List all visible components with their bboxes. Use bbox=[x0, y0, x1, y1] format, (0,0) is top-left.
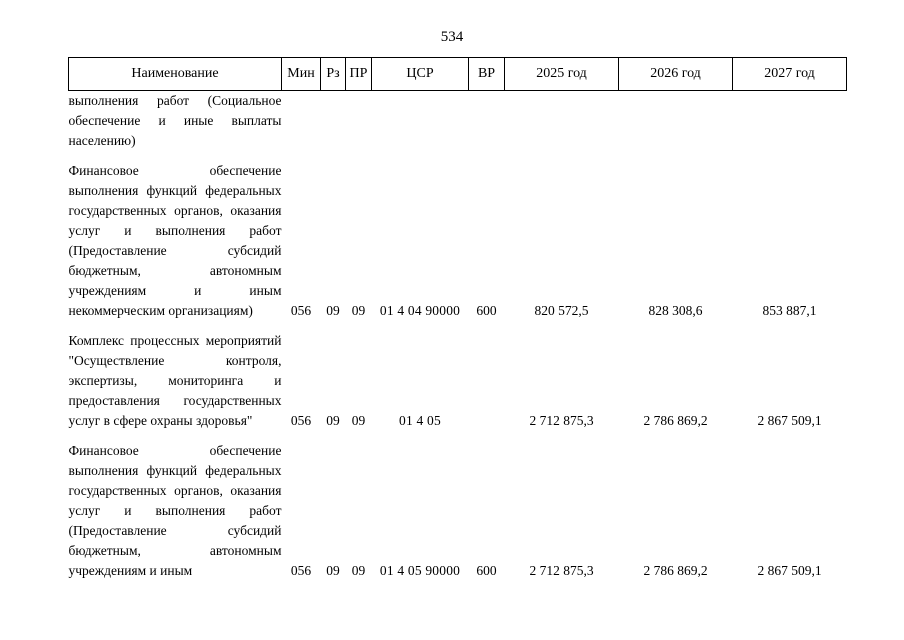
cell-min: 056 bbox=[290, 413, 312, 428]
cell-min bbox=[282, 91, 321, 152]
cell-vr: 600 bbox=[476, 563, 497, 578]
spacer-cell bbox=[69, 151, 847, 161]
cell-value-2025: 2 712 875,3 bbox=[529, 413, 594, 428]
row-name-text: Финансовое обеспечение выполнения функци… bbox=[68, 163, 282, 318]
cell-value-2027: 2 867 509,1 bbox=[757, 563, 822, 578]
column-header-csr: ЦСР bbox=[371, 57, 469, 91]
spacer-cell bbox=[69, 431, 847, 441]
column-header-year-2026: 2026 год bbox=[618, 57, 733, 91]
column-header-name: Наименование bbox=[68, 57, 282, 91]
cell-csr: 01 4 05 90000 bbox=[379, 563, 461, 578]
cell-value-2025: 2 712 875,3 bbox=[529, 563, 594, 578]
row-spacer bbox=[69, 431, 847, 441]
cell-rz: 09 bbox=[326, 413, 340, 428]
cell-vr bbox=[469, 331, 505, 431]
budget-table: Наименование Мин Рз ПР ЦСР ВР 2025 год 2… bbox=[68, 57, 847, 581]
cell-min: 056 bbox=[290, 563, 312, 578]
table-row: Комплекс процессных мероприятий "Осущест… bbox=[69, 331, 847, 431]
row-spacer bbox=[69, 321, 847, 331]
page-number: 534 bbox=[440, 29, 464, 45]
table-body: выполнения работ (Социальное обеспечение… bbox=[69, 91, 847, 582]
cell-value-2026: 2 786 869,2 bbox=[643, 563, 708, 578]
cell-min: 056 bbox=[290, 303, 312, 318]
cell-rz: 09 bbox=[326, 303, 340, 318]
cell-csr: 01 4 04 90000 bbox=[379, 303, 461, 318]
column-header-year-2025: 2025 год bbox=[504, 57, 619, 91]
cell-pr bbox=[346, 91, 372, 152]
cell-pr: 09 bbox=[351, 303, 366, 318]
cell-value-2027: 853 887,1 bbox=[762, 303, 817, 318]
column-header-year-2027: 2027 год bbox=[732, 57, 847, 91]
cell-value-2026: 2 786 869,2 bbox=[643, 413, 708, 428]
cell-value-2027: 2 867 509,1 bbox=[757, 413, 822, 428]
budget-table-container: Наименование Мин Рз ПР ЦСР ВР 2025 год 2… bbox=[68, 57, 847, 581]
row-spacer bbox=[69, 151, 847, 161]
cell-vr bbox=[469, 91, 505, 152]
cell-value-2026: 828 308,6 bbox=[648, 303, 703, 318]
cell-value-2026 bbox=[619, 91, 733, 152]
cell-name: Финансовое обеспечение выполнения функци… bbox=[69, 161, 282, 321]
column-header-rz: Рз bbox=[320, 57, 346, 91]
column-header-pr: ПР bbox=[345, 57, 372, 91]
cell-vr: 600 bbox=[476, 303, 497, 318]
cell-csr bbox=[372, 91, 469, 152]
cell-value-2025: 820 572,5 bbox=[534, 303, 589, 318]
column-header-vr: ВР bbox=[468, 57, 505, 91]
table-row: Финансовое обеспечение выполнения функци… bbox=[69, 441, 847, 581]
cell-csr: 01 4 05 bbox=[399, 413, 441, 428]
spacer-cell bbox=[69, 321, 847, 331]
cell-value-2027 bbox=[733, 91, 847, 152]
table-row: Финансовое обеспечение выполнения функци… bbox=[69, 161, 847, 321]
cell-pr: 09 bbox=[351, 563, 366, 578]
cell-name: Финансовое обеспечение выполнения функци… bbox=[69, 441, 282, 581]
column-header-min: Мин bbox=[281, 57, 321, 91]
cell-name: выполнения работ (Социальное обеспечение… bbox=[69, 91, 282, 152]
cell-pr: 09 bbox=[351, 413, 366, 428]
cell-name: Комплекс процессных мероприятий "Осущест… bbox=[69, 331, 282, 431]
cell-rz bbox=[321, 91, 346, 152]
table-header-row: Наименование Мин Рз ПР ЦСР ВР 2025 год 2… bbox=[68, 57, 847, 91]
row-name-text: Финансовое обеспечение выполнения функци… bbox=[68, 443, 282, 578]
row-name-text: выполнения работ (Социальное обеспечение… bbox=[68, 93, 282, 148]
row-name-text: Комплекс процессных мероприятий "Осущест… bbox=[68, 333, 282, 428]
cell-value-2025 bbox=[505, 91, 619, 152]
cell-rz: 09 bbox=[326, 563, 340, 578]
table-row: выполнения работ (Социальное обеспечение… bbox=[69, 91, 847, 152]
